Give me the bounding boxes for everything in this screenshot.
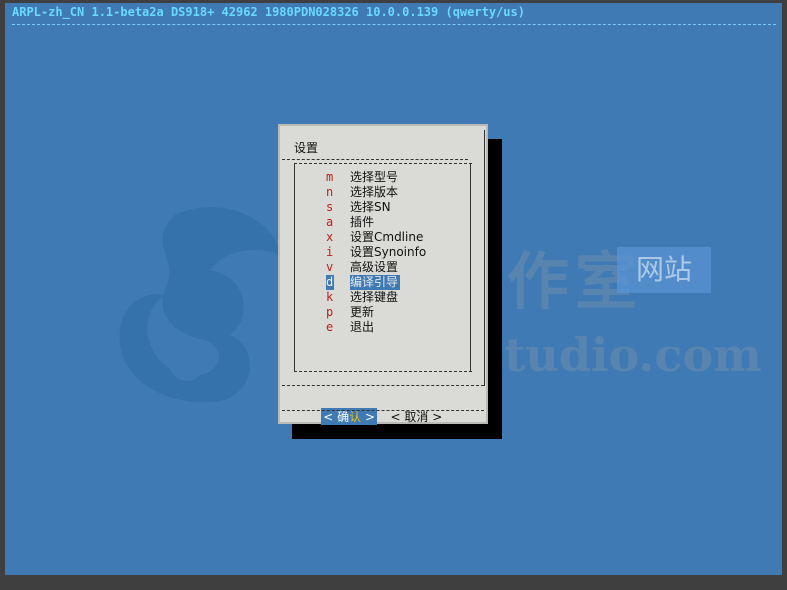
backtitle: ARPL-zh_CN 1.1-beta2a DS918+ 42962 1980P… [12,5,525,19]
menu-item-label: 选择SN [350,200,391,214]
menu-item-label: 选择型号 [350,170,399,184]
menu-item-x[interactable]: x 设置Cmdline [326,230,426,245]
menu-item-d[interactable]: d 编译引导 [326,275,426,290]
backtitle-rule [12,24,776,25]
menu-item-label: 设置Synoinfo [350,245,427,259]
menu-item-hotkey: p [326,305,334,319]
menu-item-a[interactable]: a 插件 [326,215,426,230]
menu-box-right [470,163,471,371]
watermark-badge: 网站 [617,247,711,293]
menu-item-n[interactable]: n 选择版本 [326,185,426,200]
menu-item-hotkey: k [326,290,334,304]
title-rule [282,159,468,160]
menu-item-label: 编译引导 [350,275,401,290]
menu-item-label: 高级设置 [350,260,399,274]
menu-item-s[interactable]: s 选择SN [326,200,426,215]
menu-item-label: 选择键盘 [350,290,399,304]
dialog-bottom-rule [282,410,484,411]
right-border [484,130,485,386]
menu-item-hotkey: s [326,200,334,214]
menu-item-hotkey: a [326,215,334,229]
menu-item-hotkey: d [326,275,334,290]
menu-item-hotkey: n [326,185,334,199]
menu-item-label: 退出 [350,320,375,334]
menu-item-p[interactable]: p 更新 [326,305,426,320]
menu-item-k[interactable]: k 选择键盘 [326,290,426,305]
menu-item-label: 选择版本 [350,185,399,199]
menu-item-m[interactable]: m 选择型号 [326,170,426,185]
button-rule [282,385,484,386]
menu-list: m 选择型号 n 选择版本 s 选择SN a 插件 x 设置Cmdline i 设置Synoinfo v… [326,170,426,335]
menu-box-bottom [294,371,472,372]
menu-item-hotkey: v [326,260,334,274]
dialog-title: 设置 [294,141,319,155]
menu-item-v[interactable]: v 高级设置 [326,260,426,275]
button-row: < 确认 > < 取消 > [306,394,444,439]
menu-item-hotkey: i [326,245,334,259]
menu-item-hotkey: m [326,170,334,184]
menu-item-label: 设置Cmdline [350,230,424,244]
menu-box-top [294,163,472,164]
menu-box-left [294,163,295,371]
dragon-logo-icon [119,207,280,403]
menu-item-hotkey: e [326,320,334,334]
menu-item-label: 插件 [350,215,375,229]
menu-item-label: 更新 [350,305,375,319]
menu-item-hotkey: x [326,230,334,244]
menu-item-i[interactable]: i 设置Synoinfo [326,245,426,260]
settings-dialog: 设置 m 选择型号 n 选择版本 s 选择SN a 插件 x 设置Cmdline i 设置Synoin… [278,124,488,425]
menu-item-e[interactable]: e 退出 [326,320,426,335]
